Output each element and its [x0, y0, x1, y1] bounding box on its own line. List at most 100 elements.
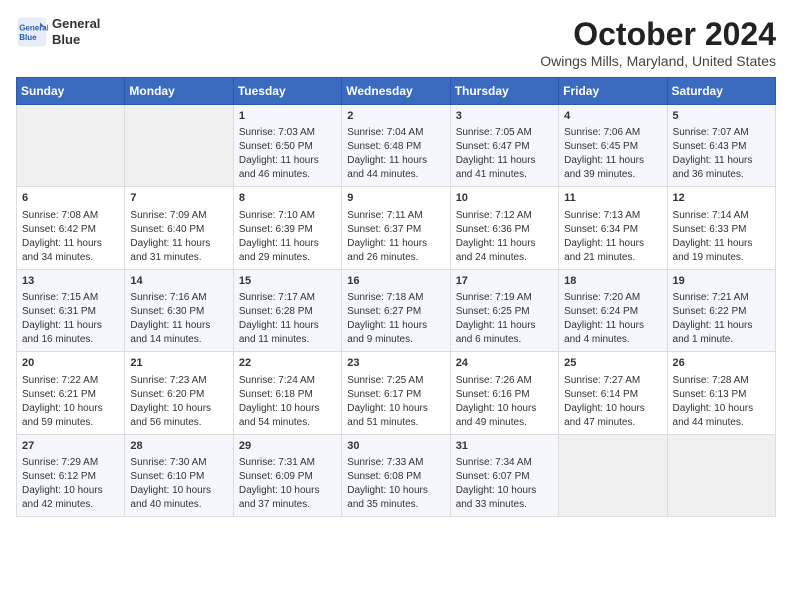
svg-text:General: General	[19, 23, 48, 32]
logo-icon: General Blue	[16, 16, 48, 48]
calendar-cell: 16 Sunrise: 7:18 AM Sunset: 6:27 PM Dayli…	[342, 269, 450, 351]
weekday-header-sunday: Sunday	[17, 78, 125, 105]
day-number: 5	[673, 109, 770, 124]
day-number: 15	[239, 274, 336, 289]
weekday-header-thursday: Thursday	[450, 78, 558, 105]
calendar-cell: 8 Sunrise: 7:10 AM Sunset: 6:39 PM Daylig…	[233, 187, 341, 269]
calendar-cell: 27Sunrise: 7:29 AM Sunset: 6:12 PM Dayli…	[17, 434, 125, 516]
day-info: Sunrise: 7:26 AM Sunset: 6:16 PM Dayligh…	[456, 374, 553, 430]
day-info: Sunrise: 7:22 AM Sunset: 6:21 PM Dayligh…	[22, 374, 119, 430]
calendar-cell: 14 Sunrise: 7:16 AM Sunset: 6:30 PM Dayli…	[125, 269, 233, 351]
weekday-header-saturday: Saturday	[667, 78, 775, 105]
calendar-cell: 29 Sunrise: 7:31 AM Sunset: 6:09 PM Dayli…	[233, 434, 341, 516]
calendar-cell: 23 Sunrise: 7:25 AM Sunset: 6:17 PM Dayli…	[342, 352, 450, 434]
day-number: 8	[239, 191, 336, 206]
day-number: 29	[239, 439, 336, 454]
day-info: Sunrise: 7:28 AM Sunset: 6:13 PM Dayligh…	[673, 374, 770, 430]
calendar-cell: 7 Sunrise: 7:09 AM Sunset: 6:40 PM Daylig…	[125, 187, 233, 269]
day-info: Sunrise: 7:07 AM Sunset: 6:43 PM Dayligh…	[673, 126, 770, 182]
day-number: 26	[673, 356, 770, 371]
day-number: 14	[130, 274, 227, 289]
day-info: Sunrise: 7:03 AM Sunset: 6:50 PM Dayligh…	[239, 126, 336, 182]
calendar-cell: 10 Sunrise: 7:12 AM Sunset: 6:36 PM Dayli…	[450, 187, 558, 269]
day-info: Sunrise: 7:10 AM Sunset: 6:39 PM Dayligh…	[239, 209, 336, 265]
calendar-cell	[17, 105, 125, 187]
calendar-table: SundayMondayTuesdayWednesdayThursdayFrid…	[16, 77, 776, 517]
day-info: Sunrise: 7:29 AM Sunset: 6:12 PM Dayligh…	[22, 456, 119, 512]
calendar-cell: 6 Sunrise: 7:08 AM Sunset: 6:42 PM Daylig…	[17, 187, 125, 269]
day-info: Sunrise: 7:12 AM Sunset: 6:36 PM Dayligh…	[456, 209, 553, 265]
calendar-cell	[559, 434, 667, 516]
calendar-cell: 30 Sunrise: 7:33 AM Sunset: 6:08 PM Dayli…	[342, 434, 450, 516]
calendar-cell: 3 Sunrise: 7:05 AM Sunset: 6:47 PM Daylig…	[450, 105, 558, 187]
day-number: 10	[456, 191, 553, 206]
calendar-cell: 24 Sunrise: 7:26 AM Sunset: 6:16 PM Dayli…	[450, 352, 558, 434]
calendar-cell: 11 Sunrise: 7:13 AM Sunset: 6:34 PM Dayli…	[559, 187, 667, 269]
calendar-cell: 1 Sunrise: 7:03 AM Sunset: 6:50 PM Daylig…	[233, 105, 341, 187]
logo: General Blue General Blue	[16, 16, 100, 48]
svg-text:Blue: Blue	[19, 33, 37, 42]
day-number: 1	[239, 109, 336, 124]
calendar-cell: 2Sunrise: 7:04 AM Sunset: 6:48 PM Daylig…	[342, 105, 450, 187]
calendar-cell: 31Sunrise: 7:34 AM Sunset: 6:07 PM Dayli…	[450, 434, 558, 516]
calendar-week-row: 27Sunrise: 7:29 AM Sunset: 6:12 PM Dayli…	[17, 434, 776, 516]
day-number: 6	[22, 191, 119, 206]
day-number: 30	[347, 439, 444, 454]
day-info: Sunrise: 7:09 AM Sunset: 6:40 PM Dayligh…	[130, 209, 227, 265]
calendar-week-row: 1 Sunrise: 7:03 AM Sunset: 6:50 PM Daylig…	[17, 105, 776, 187]
day-info: Sunrise: 7:11 AM Sunset: 6:37 PM Dayligh…	[347, 209, 444, 265]
day-number: 21	[130, 356, 227, 371]
weekday-header-friday: Friday	[559, 78, 667, 105]
weekday-header-row: SundayMondayTuesdayWednesdayThursdayFrid…	[17, 78, 776, 105]
day-number: 20	[22, 356, 119, 371]
calendar-cell: 21Sunrise: 7:23 AM Sunset: 6:20 PM Dayli…	[125, 352, 233, 434]
day-number: 4	[564, 109, 661, 124]
day-info: Sunrise: 7:31 AM Sunset: 6:09 PM Dayligh…	[239, 456, 336, 512]
calendar-cell	[125, 105, 233, 187]
day-info: Sunrise: 7:18 AM Sunset: 6:27 PM Dayligh…	[347, 291, 444, 347]
day-info: Sunrise: 7:25 AM Sunset: 6:17 PM Dayligh…	[347, 374, 444, 430]
location: Owings Mills, Maryland, United States	[540, 53, 776, 69]
day-info: Sunrise: 7:05 AM Sunset: 6:47 PM Dayligh…	[456, 126, 553, 182]
calendar-cell: 26 Sunrise: 7:28 AM Sunset: 6:13 PM Dayli…	[667, 352, 775, 434]
day-info: Sunrise: 7:24 AM Sunset: 6:18 PM Dayligh…	[239, 374, 336, 430]
day-info: Sunrise: 7:15 AM Sunset: 6:31 PM Dayligh…	[22, 291, 119, 347]
day-number: 16	[347, 274, 444, 289]
title-block: October 2024 Owings Mills, Maryland, Uni…	[540, 16, 776, 69]
day-info: Sunrise: 7:06 AM Sunset: 6:45 PM Dayligh…	[564, 126, 661, 182]
calendar-week-row: 20 Sunrise: 7:22 AM Sunset: 6:21 PM Dayli…	[17, 352, 776, 434]
day-number: 9	[347, 191, 444, 206]
calendar-cell: 9 Sunrise: 7:11 AM Sunset: 6:37 PM Daylig…	[342, 187, 450, 269]
day-number: 2	[347, 109, 444, 124]
day-info: Sunrise: 7:27 AM Sunset: 6:14 PM Dayligh…	[564, 374, 661, 430]
day-number: 25	[564, 356, 661, 371]
calendar-cell: 25 Sunrise: 7:27 AM Sunset: 6:14 PM Dayli…	[559, 352, 667, 434]
day-info: Sunrise: 7:19 AM Sunset: 6:25 PM Dayligh…	[456, 291, 553, 347]
day-number: 11	[564, 191, 661, 206]
calendar-cell: 12 Sunrise: 7:14 AM Sunset: 6:33 PM Dayli…	[667, 187, 775, 269]
day-number: 13	[22, 274, 119, 289]
calendar-cell: 13 Sunrise: 7:15 AM Sunset: 6:31 PM Dayli…	[17, 269, 125, 351]
weekday-header-wednesday: Wednesday	[342, 78, 450, 105]
day-info: Sunrise: 7:16 AM Sunset: 6:30 PM Dayligh…	[130, 291, 227, 347]
calendar-cell	[667, 434, 775, 516]
day-info: Sunrise: 7:08 AM Sunset: 6:42 PM Dayligh…	[22, 209, 119, 265]
day-number: 23	[347, 356, 444, 371]
day-number: 19	[673, 274, 770, 289]
calendar-cell: 22Sunrise: 7:24 AM Sunset: 6:18 PM Dayli…	[233, 352, 341, 434]
day-number: 24	[456, 356, 553, 371]
calendar-cell: 20 Sunrise: 7:22 AM Sunset: 6:21 PM Dayli…	[17, 352, 125, 434]
day-number: 3	[456, 109, 553, 124]
weekday-header-monday: Monday	[125, 78, 233, 105]
day-number: 31	[456, 439, 553, 454]
calendar-cell: 19Sunrise: 7:21 AM Sunset: 6:22 PM Dayli…	[667, 269, 775, 351]
day-info: Sunrise: 7:17 AM Sunset: 6:28 PM Dayligh…	[239, 291, 336, 347]
day-info: Sunrise: 7:33 AM Sunset: 6:08 PM Dayligh…	[347, 456, 444, 512]
day-number: 18	[564, 274, 661, 289]
day-info: Sunrise: 7:13 AM Sunset: 6:34 PM Dayligh…	[564, 209, 661, 265]
calendar-cell: 4 Sunrise: 7:06 AM Sunset: 6:45 PM Daylig…	[559, 105, 667, 187]
day-info: Sunrise: 7:14 AM Sunset: 6:33 PM Dayligh…	[673, 209, 770, 265]
day-number: 7	[130, 191, 227, 206]
weekday-header-tuesday: Tuesday	[233, 78, 341, 105]
day-number: 12	[673, 191, 770, 206]
